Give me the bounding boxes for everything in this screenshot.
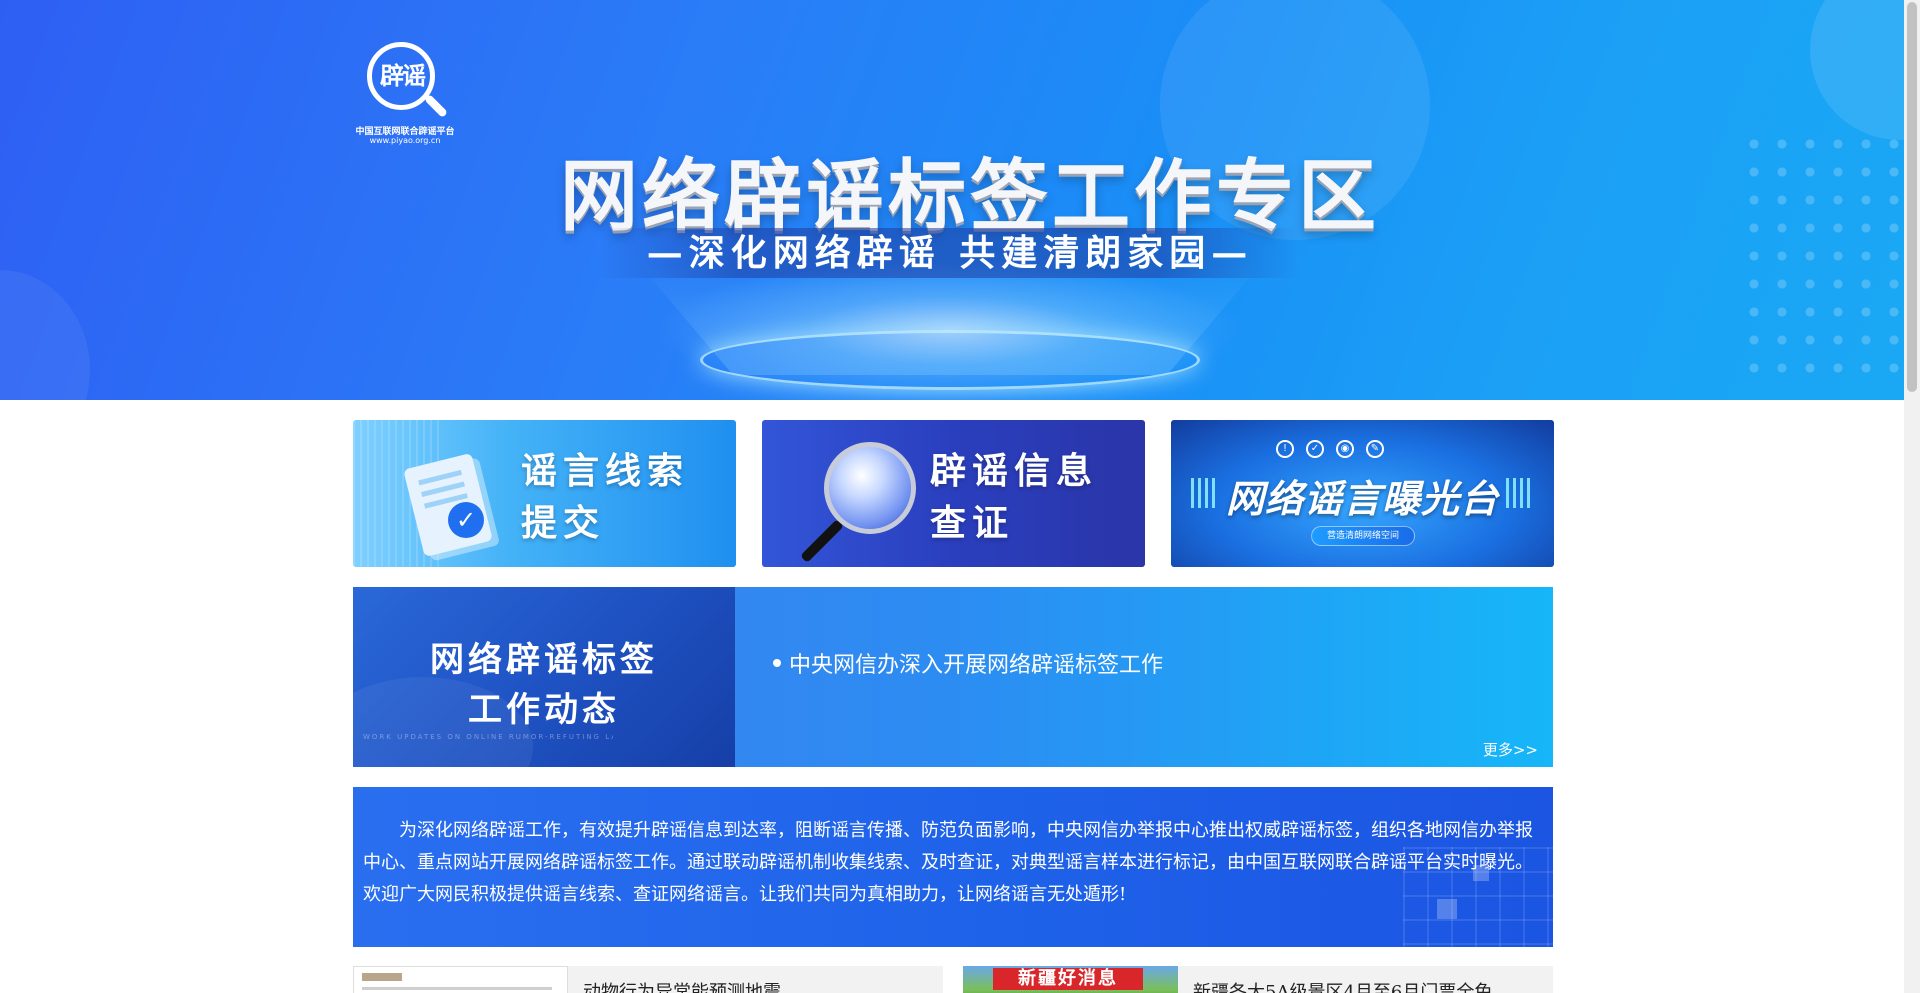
page-subtitle: —深化网络辟谣 共建清朗家园— [600, 228, 1300, 278]
intro-section: 为深化网络辟谣工作，有效提升辟谣信息到达率，阻断谣言传播、防范负面影响，中央网信… [353, 787, 1553, 947]
logo-url: www.piyao.org.cn [369, 136, 441, 145]
tile-label: 网络谣言曝光台 [1225, 477, 1499, 521]
news-section-subtitle-en: WORK UPDATES ON ONLINE RUMOR-REFUTING LA… [363, 733, 613, 741]
banner-decoration [1810, 0, 1904, 140]
news-section-header: 网络辟谣标签 工作动态 WORK UPDATES ON ONLINE RUMOR… [353, 587, 735, 767]
news-list-item[interactable]: 中央网信办深入开展网络辟谣标签工作 [773, 647, 1163, 679]
stage-ring [700, 330, 1200, 390]
tile-label-line: 提交 [521, 503, 606, 544]
rumor-card[interactable]: 动物行为异常能预测地震 [353, 966, 943, 993]
news-section-title: 网络辟谣标签 工作动态 [353, 635, 735, 735]
card-title: 动物行为异常能预测地震 [583, 982, 781, 993]
page-scrollbar[interactable] [1904, 0, 1920, 993]
banner-decoration [0, 270, 90, 400]
magnifier-icon [824, 442, 916, 534]
rumor-verify-button[interactable]: 辟谣信息 查证 [762, 420, 1145, 567]
check-icon: ✓ [1306, 440, 1324, 458]
checkmark-icon: ✓ [448, 502, 484, 538]
tile-icon-row: ! ✓ ◉ ✎ [1276, 440, 1384, 458]
site-logo[interactable]: 辟谣 中国互联网联合辟谣平台 www.piyao.org.cn [350, 42, 460, 148]
intro-text: 为深化网络辟谣工作，有效提升辟谣信息到达率，阻断谣言传播、防范负面影响，中央网信… [363, 820, 1533, 905]
tile-label-line: 谣言线索 [521, 451, 690, 492]
news-section: 网络辟谣标签 工作动态 WORK UPDATES ON ONLINE RUMOR… [353, 587, 1553, 767]
alert-icon: ! [1276, 440, 1294, 458]
magnifier-handle [800, 519, 844, 563]
card-thumbnail [353, 966, 568, 993]
banner-dot-pattern [1740, 130, 1904, 390]
magnifier-handle [423, 93, 449, 119]
rumor-exposure-button[interactable]: ! ✓ ◉ ✎ 网络谣言曝光台 营造清朗网络空间 [1171, 420, 1554, 567]
news-title-line: 工作动态 [468, 690, 620, 730]
scrollbar-thumb[interactable] [1907, 2, 1917, 392]
rumor-card[interactable]: 新疆好消息 新疆各大5A级景区4月至6月门票全免 [963, 966, 1553, 993]
pen-icon: ✎ [1366, 440, 1384, 458]
rumor-clue-submit-button[interactable]: ✓ 谣言线索 提交 [353, 420, 736, 567]
tile-label: 辟谣信息 查证 [930, 446, 1130, 550]
tile-label-line: 辟谣信息 [930, 451, 1099, 492]
card-title: 新疆各大5A级景区4月至6月门票全免 [1193, 982, 1493, 993]
card-thumbnail: 新疆好消息 [963, 966, 1178, 993]
news-item-title: 中央网信办深入开展网络辟谣标签工作 [789, 653, 1164, 678]
logo-mark: 辟谣 [380, 62, 426, 90]
tile-label: 谣言线索 提交 [521, 446, 721, 550]
bullet-icon [773, 659, 781, 667]
more-link[interactable]: 更多>> [1483, 739, 1538, 760]
tile-pill: 营造清朗网络空间 [1311, 526, 1415, 546]
header-banner: 辟谣 中国互联网联合辟谣平台 www.piyao.org.cn 网络辟谣标签工作… [0, 0, 1904, 400]
eye-icon: ◉ [1336, 440, 1354, 458]
news-title-line: 网络辟谣标签 [430, 640, 658, 680]
thumbnail-caption: 新疆好消息 [993, 968, 1143, 990]
tile-label-line: 查证 [930, 503, 1015, 544]
